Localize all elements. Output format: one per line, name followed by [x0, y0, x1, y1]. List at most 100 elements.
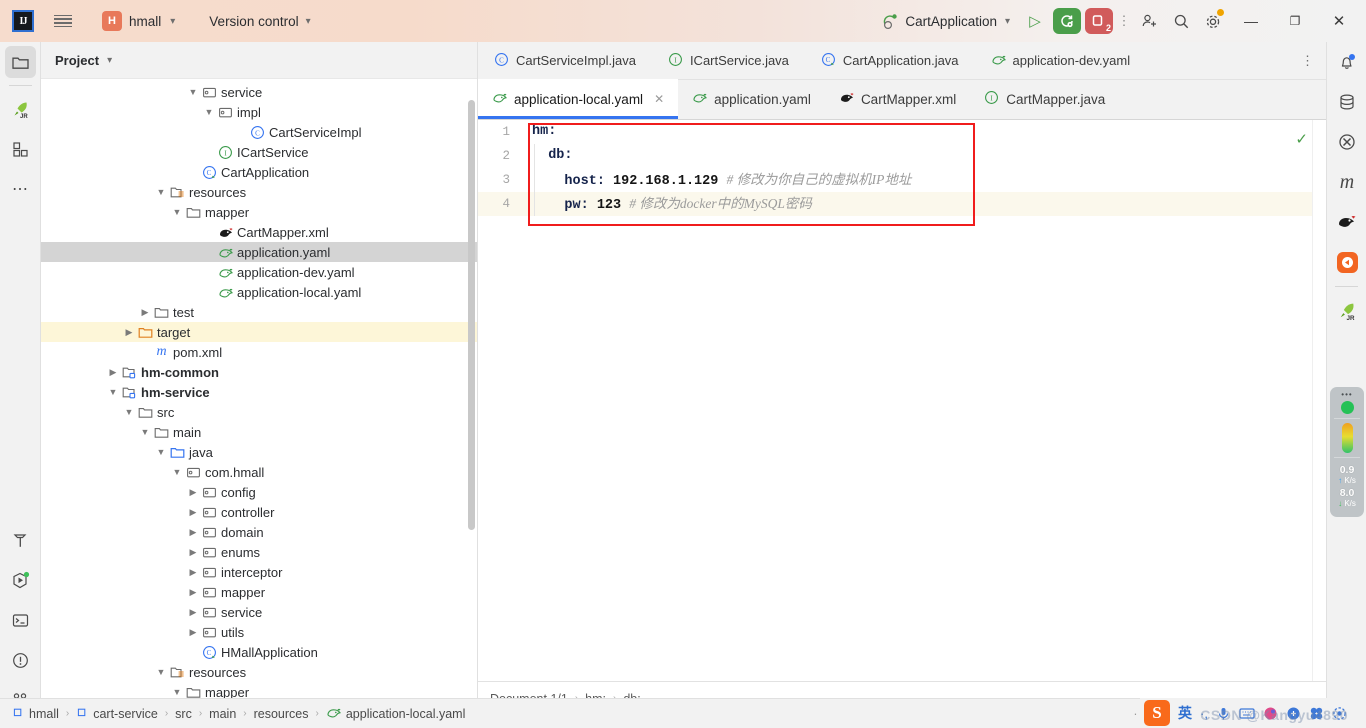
tree-item-service[interactable]: ▶service — [41, 602, 477, 622]
network-speed-widget[interactable]: ••• 0.9 ↑ K/s 8.0 ↓ K/s — [1330, 387, 1364, 517]
hamburger-icon[interactable] — [46, 4, 80, 38]
chevron-down-icon[interactable]: ▼ — [185, 87, 201, 97]
project-panel-header[interactable]: Project ▾ — [41, 42, 477, 79]
code-line[interactable]: hm: — [518, 120, 1326, 144]
ime-mode[interactable]: 英 — [1178, 703, 1192, 723]
tree-item-pom-xml[interactable]: mpom.xml — [41, 342, 477, 362]
stop-button[interactable]: 2 — [1084, 6, 1114, 36]
toolbox-icon[interactable] — [1286, 706, 1301, 721]
code-line[interactable]: host: 192.168.1.129 # 修改为你自己的虚拟机IP地址 — [518, 168, 1326, 192]
chevron-right-icon[interactable]: ▶ — [137, 307, 153, 318]
tree-item-impl[interactable]: ▼impl — [41, 102, 477, 122]
chevron-down-icon[interactable]: ▼ — [153, 187, 169, 197]
chevron-down-icon[interactable]: ▼ — [201, 107, 217, 117]
tree-item-service[interactable]: ▼service — [41, 82, 477, 102]
chevron-down-icon[interactable]: ▼ — [169, 687, 185, 697]
tree-item-resources[interactable]: ▼resources — [41, 182, 477, 202]
editor-tab-row-1[interactable]: CCartServiceImpl.javaIICartService.javaC… — [478, 42, 1326, 80]
gear-icon[interactable] — [1332, 706, 1347, 721]
tree-item-test[interactable]: ▶test — [41, 302, 477, 322]
status-breadcrumb-item[interactable]: hmall — [12, 706, 59, 721]
sidebar-item-database[interactable] — [1327, 82, 1366, 122]
tree-item-cartserviceimpl[interactable]: CCartServiceImpl — [41, 122, 477, 142]
sogou-logo-icon[interactable]: S — [1144, 700, 1170, 726]
tree-item-utils[interactable]: ▶utils — [41, 622, 477, 642]
checkmark-icon[interactable]: ✓ — [1295, 130, 1308, 148]
ime-punctuation[interactable]: ·, — [1200, 706, 1208, 721]
sidebar-item-project[interactable] — [0, 42, 41, 82]
chevron-down-icon[interactable]: ▼ — [137, 427, 153, 437]
tree-item-controller[interactable]: ▶controller — [41, 502, 477, 522]
editor-tab-application-local-yaml[interactable]: application-local.yaml✕ — [478, 79, 678, 119]
tree-item-config[interactable]: ▶config — [41, 482, 477, 502]
sidebar-item-terminal[interactable] — [0, 600, 41, 640]
version-control-menu[interactable]: Version control ▾ — [203, 11, 316, 32]
chevron-right-icon[interactable]: ▶ — [185, 587, 201, 598]
tree-item-icartservice[interactable]: IICartService — [41, 142, 477, 162]
add-user-button[interactable] — [1134, 6, 1164, 36]
editor-tab-cartserviceimpl-java[interactable]: CCartServiceImpl.java — [478, 42, 652, 80]
status-breadcrumb[interactable]: hmall›cart-service›src›main›resources›ap… — [0, 705, 465, 723]
editor-tab-cartmapper-java[interactable]: ICartMapper.java — [970, 79, 1119, 119]
editor-tab-cartapplication-java[interactable]: CCartApplication.java — [805, 42, 975, 80]
code-line[interactable]: pw: 123 # 修改为docker中的MySQL密码 — [518, 192, 1326, 216]
chevron-right-icon[interactable]: ▶ — [185, 627, 201, 638]
chevron-down-icon[interactable]: ▼ — [153, 447, 169, 457]
status-breadcrumb-item[interactable]: cart-service — [76, 706, 158, 721]
tree-item-hm-common[interactable]: ▶hm-common — [41, 362, 477, 382]
sidebar-item-more[interactable]: ⋯ — [0, 169, 41, 209]
code-line[interactable]: db: — [518, 144, 1326, 168]
editor-tab-application-dev-yaml[interactable]: application-dev.yaml — [975, 42, 1147, 80]
chevron-down-icon[interactable]: ▼ — [105, 387, 121, 397]
sidebar-item-mybatisx[interactable] — [1327, 202, 1366, 242]
tree-item-mapper[interactable]: ▼mapper — [41, 682, 477, 698]
tree-item-application-dev-yaml[interactable]: application-dev.yaml — [41, 262, 477, 282]
editor-tab-application-yaml[interactable]: application.yaml — [678, 79, 825, 119]
status-breadcrumb-item[interactable]: main — [209, 707, 236, 721]
sidebar-item-jrebel[interactable]: JR — [0, 89, 41, 129]
code-editor[interactable]: 1234 hm: db: host: 192.168.1.129 # 修改为你自… — [478, 120, 1326, 681]
chevron-down-icon[interactable]: ▼ — [169, 467, 185, 477]
sidebar-item-build[interactable] — [0, 520, 41, 560]
palette-icon[interactable] — [1263, 706, 1278, 721]
chevron-down-icon[interactable]: ▼ — [169, 207, 185, 217]
tree-item-com-hmall[interactable]: ▼com.hmall — [41, 462, 477, 482]
minimize-button[interactable]: — — [1230, 1, 1272, 41]
tree-item-application-yaml[interactable]: application.yaml — [41, 242, 477, 262]
close-icon[interactable]: ✕ — [654, 92, 664, 106]
editor-tab-icartservice-java[interactable]: IICartService.java — [652, 42, 805, 80]
run-configuration-selector[interactable]: CartApplication ▾ — [882, 13, 1010, 30]
sidebar-item-xml-tools[interactable] — [1327, 122, 1366, 162]
chevron-right-icon[interactable]: ▶ — [105, 367, 121, 378]
editor-tab-cartmapper-xml[interactable]: CartMapper.xml — [825, 79, 970, 119]
tree-item-mapper[interactable]: ▼mapper — [41, 202, 477, 222]
chevron-down-icon[interactable]: ▾ — [107, 55, 112, 66]
status-breadcrumb-item[interactable]: resources — [254, 707, 309, 721]
project-selector[interactable]: H hmall ▾ — [96, 8, 181, 34]
settings-button[interactable] — [1198, 6, 1228, 36]
close-button[interactable]: ✕ — [1318, 1, 1360, 41]
tree-item-mapper[interactable]: ▶mapper — [41, 582, 477, 602]
project-tree-scrollbar[interactable] — [468, 100, 475, 530]
chevron-right-icon[interactable]: ▶ — [121, 327, 137, 338]
tree-item-java[interactable]: ▼java — [41, 442, 477, 462]
flower-icon[interactable] — [1309, 706, 1324, 721]
status-breadcrumb-item[interactable]: src — [175, 707, 192, 721]
tree-item-enums[interactable]: ▶enums — [41, 542, 477, 562]
keyboard-icon[interactable] — [1239, 706, 1255, 720]
editor-scrollbar[interactable] — [1312, 120, 1326, 681]
intellij-logo-icon[interactable]: IJ — [12, 10, 34, 32]
sidebar-item-apifox[interactable] — [1327, 242, 1366, 282]
tree-item-main[interactable]: ▼main — [41, 422, 477, 442]
chevron-right-icon[interactable]: ▶ — [185, 547, 201, 558]
tree-item-interceptor[interactable]: ▶interceptor — [41, 562, 477, 582]
search-button[interactable] — [1166, 6, 1196, 36]
chevron-right-icon[interactable]: ▶ — [185, 527, 201, 538]
sidebar-item-problems[interactable] — [0, 640, 41, 680]
rerun-coverage-button[interactable] — [1052, 6, 1082, 36]
sidebar-item-structure[interactable] — [0, 129, 41, 169]
more-vertical-icon[interactable]: ⋮ — [1301, 53, 1314, 69]
tree-item-cartmapper-xml[interactable]: CartMapper.xml — [41, 222, 477, 242]
more-vertical-icon[interactable]: ⋮ — [1116, 13, 1132, 29]
sidebar-item-maven[interactable]: m — [1327, 162, 1366, 202]
